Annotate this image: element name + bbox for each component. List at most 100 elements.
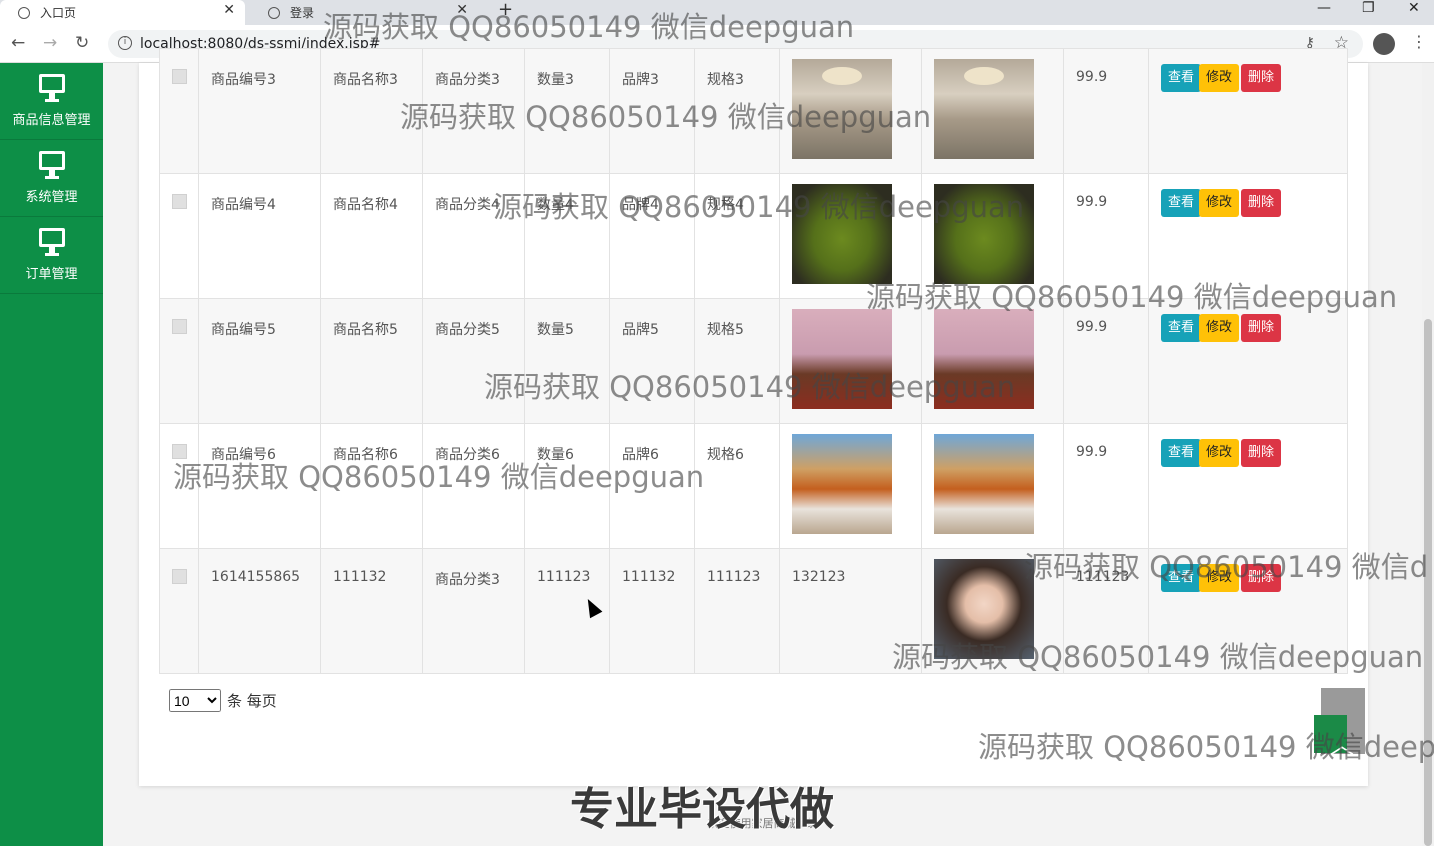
tab-home[interactable]: 入口页 ✕: [0, 0, 245, 25]
globe-icon: [18, 6, 30, 19]
actions-cell: 查看 修改 删除: [1148, 298, 1348, 424]
actions-cell: 查看 修改 删除: [1148, 423, 1348, 549]
delete-button[interactable]: 删除: [1241, 314, 1282, 342]
sidebar-item-label: 订单管理: [25, 267, 78, 282]
name-cell: 商品名称4: [320, 173, 423, 299]
delete-button[interactable]: 删除: [1241, 64, 1282, 92]
view-button[interactable]: 查看: [1161, 64, 1202, 92]
watermark: 源码获取 QQ86050149 微信deep: [978, 730, 1434, 764]
view-button[interactable]: 查看: [1161, 314, 1202, 342]
cell-name: 商品名称4: [333, 197, 398, 213]
tab-login-title: 登录: [290, 6, 315, 20]
cell-price: 99.9: [1076, 69, 1108, 85]
watermark: 源码获取 QQ86050149 微信deepguan: [484, 370, 1016, 404]
tab-home-title: 入口页: [40, 6, 77, 20]
edit-button[interactable]: 修改: [1199, 64, 1240, 92]
product-image: [934, 434, 1034, 534]
actions-cell: 查看 修改 删除: [1148, 48, 1348, 174]
edit-button[interactable]: 修改: [1199, 189, 1240, 217]
checkbox-cell: [159, 48, 199, 174]
product-list-card: 商品编号3 商品名称3 商品分类3 数量3 品牌3 规格3 99.9 查看 修改 删除 商品编号4 商…: [139, 48, 1434, 786]
watermark: 源码获取 QQ86050149 微信deepguan: [323, 10, 855, 44]
minimize-icon[interactable]: —: [1317, 0, 1331, 16]
cell-brand: 品牌5: [622, 322, 659, 338]
forward-icon[interactable]: →: [43, 33, 57, 53]
cell-price: 99.9: [1076, 194, 1108, 210]
cell-code: 商品编号4: [211, 197, 276, 213]
price-cell: 99.9: [1063, 423, 1149, 549]
cell-spec: 规格3: [707, 72, 744, 88]
view-button[interactable]: 查看: [1161, 439, 1202, 467]
cell-name: 商品名称3: [333, 72, 398, 88]
cell-code: 商品编号5: [211, 322, 276, 338]
monitor-icon: [38, 151, 65, 179]
edit-button[interactable]: 修改: [1199, 314, 1240, 342]
cell-code: 商品编号3: [211, 72, 276, 88]
spec-cell: 111123: [694, 548, 780, 674]
sidebar-item-orders[interactable]: 订单管理: [0, 217, 103, 294]
sidebar-item-product-info[interactable]: 商品信息管理: [0, 63, 103, 140]
watermark: 源码获取 QQ86050149 微信deepguan: [173, 460, 705, 494]
cell-price: 99.9: [1076, 444, 1108, 460]
image-cell: [779, 423, 922, 549]
watermark: 源码获取 QQ86050149 微信deepguan: [493, 190, 1025, 224]
menu-kebab-icon[interactable]: ⋮: [1411, 32, 1427, 51]
code-cell: 商品编号3: [198, 48, 321, 174]
globe-icon: [268, 6, 280, 19]
page-size-suffix: 条 每页: [227, 692, 277, 710]
sidebar: 商品信息管理 系统管理 订单管理: [0, 63, 103, 846]
window-close-icon[interactable]: ✕: [1408, 0, 1420, 16]
profile-icon[interactable]: [1373, 33, 1395, 55]
delete-button[interactable]: 删除: [1241, 439, 1282, 467]
close-icon[interactable]: ✕: [223, 2, 235, 18]
cell-qty: 数量5: [537, 322, 574, 338]
category-cell: 商品分类3: [422, 548, 525, 674]
cell-price: 99.9: [1076, 319, 1108, 335]
info-icon[interactable]: i: [118, 36, 132, 50]
checkbox-cell: [159, 173, 199, 299]
watermark: 源码获取 QQ86050149 微信deepguan: [866, 280, 1398, 314]
monitor-icon: [38, 228, 65, 256]
view-button[interactable]: 查看: [1161, 189, 1202, 217]
image-cell: [921, 48, 1064, 174]
cell-category: 商品分类3: [435, 572, 500, 588]
cell-brand: 品牌3: [622, 72, 659, 88]
cell-category: 商品分类5: [435, 322, 500, 338]
cell-name: 111132: [333, 569, 387, 585]
row-checkbox[interactable]: [172, 319, 187, 334]
monitor-icon: [38, 74, 65, 102]
reload-icon[interactable]: ↻: [75, 33, 89, 53]
edit-button[interactable]: 修改: [1199, 439, 1240, 467]
checkbox-cell: [159, 298, 199, 424]
back-icon[interactable]: ←: [11, 33, 25, 53]
sidebar-item-label: 商品信息管理: [12, 113, 91, 128]
cell-qty: 111123: [537, 569, 591, 585]
cell-category: 商品分类4: [435, 197, 500, 213]
restore-icon[interactable]: ❐: [1362, 0, 1375, 16]
name-cell: 商品名称5: [320, 298, 423, 424]
watermark: 源码获取 QQ86050149 微信d: [1024, 550, 1429, 584]
page-size-select[interactable]: 10: [169, 689, 221, 712]
image-cell: [921, 423, 1064, 549]
brand-cell: 111132: [609, 548, 695, 674]
cell-spec: 规格6: [707, 447, 744, 463]
row-checkbox[interactable]: [172, 569, 187, 584]
code-cell: 商品编号5: [198, 298, 321, 424]
sidebar-item-label: 系统管理: [25, 190, 78, 205]
name-cell: 111132: [320, 548, 423, 674]
cell-spec: 规格5: [707, 322, 744, 338]
cell-code: 1614155865: [211, 569, 301, 585]
sidebar-item-system[interactable]: 系统管理: [0, 140, 103, 217]
price-cell: 99.9: [1063, 298, 1149, 424]
cell-brand: 111132: [622, 569, 676, 585]
row-checkbox[interactable]: [172, 69, 187, 84]
row-checkbox[interactable]: [172, 194, 187, 209]
product-image: [792, 434, 892, 534]
watermark: 源码获取 QQ86050149 微信deepguan: [400, 100, 932, 134]
delete-button[interactable]: 删除: [1241, 189, 1282, 217]
product-image: [934, 59, 1034, 159]
promo-watermark: 专业毕设代做: [570, 784, 834, 835]
code-cell: 1614155865: [198, 548, 321, 674]
cell-image-text: 132123: [792, 569, 846, 585]
pager: 10 条 每页: [169, 689, 277, 712]
